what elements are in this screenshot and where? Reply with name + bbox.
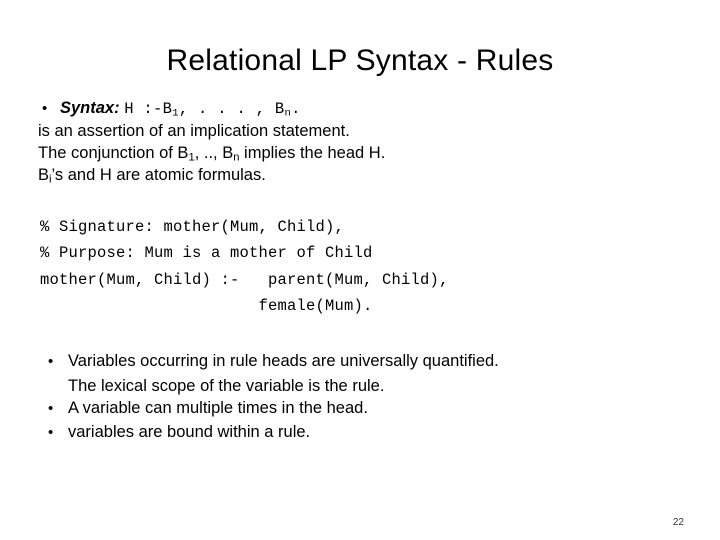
bullet-variables-text: Variables occurring in rule heads are un… xyxy=(68,352,499,371)
bullet-variables-continuation: The lexical scope of the variable is the… xyxy=(68,376,385,395)
atomic-formulas-line: Bi’s and H are atomic formulas. xyxy=(38,165,698,187)
syntax-code-end: . xyxy=(291,100,301,118)
syntax-code-tail: , . . . , B xyxy=(178,100,285,118)
code-line-rule-head: mother(Mum, Child) :- parent(Mum, Child)… xyxy=(40,270,449,289)
atomic-pre: B xyxy=(38,166,50,185)
conjunction-pre: The conjunction of B xyxy=(38,144,189,162)
bullet-syntax: • Syntax: H :-B1, . . . , Bn. xyxy=(38,98,698,121)
bullet-syntax-text: Syntax: H :-B1, . . . , Bn. xyxy=(60,98,698,121)
code-example: % Signature: mother(Mum, Child), % Purpos… xyxy=(38,214,698,321)
syntax-code-head: H :-B xyxy=(124,100,173,118)
slide-body: • Syntax: H :-B1, . . . , Bn. is an asse… xyxy=(38,98,698,446)
syntax-code: H :-B1, . . . , Bn. xyxy=(124,100,301,120)
syntax-code-sub1: 1 xyxy=(172,107,179,120)
syntax-label: Syntax: xyxy=(60,99,120,117)
list-item: • A variable can multiple times in the h… xyxy=(38,397,698,419)
list-item: • Variables occurring in rule heads are … xyxy=(38,350,698,372)
assertion-line: is an assertion of an implication statem… xyxy=(38,122,350,141)
bullet-dot-icon: • xyxy=(48,424,54,442)
code-line-signature: % Signature: mother(Mum, Child), xyxy=(40,217,345,236)
page-title: Relational LP Syntax - Rules xyxy=(166,44,554,77)
bullet-list-bottom: • Variables occurring in rule heads are … xyxy=(38,350,698,444)
code-line-rule-body: female(Mum). xyxy=(40,297,373,316)
conjunction-mid: , .., B xyxy=(194,144,234,162)
bullet-multiple-times-text: A variable can multiple times in the hea… xyxy=(68,399,368,417)
atomic-post: ’s and H are atomic formulas. xyxy=(51,166,266,185)
list-item: • variables are bound within a rule. xyxy=(38,421,698,443)
code-line-purpose: % Purpose: Mum is a mother of Child xyxy=(40,244,373,263)
conjunction-line: The conjunction of B1, .., Bn implies th… xyxy=(38,143,698,165)
bullet-dot-icon: • xyxy=(48,353,54,371)
slide: Relational LP Syntax - Rules • Syntax: H… xyxy=(0,0,720,540)
page-number: 22 xyxy=(672,517,684,528)
conjunction-post: implies the head H. xyxy=(239,144,386,162)
bullet-dot-icon: • xyxy=(42,100,48,117)
bullet-dot-icon: • xyxy=(48,400,54,417)
bullet-bound-text: variables are bound within a rule. xyxy=(68,423,311,442)
